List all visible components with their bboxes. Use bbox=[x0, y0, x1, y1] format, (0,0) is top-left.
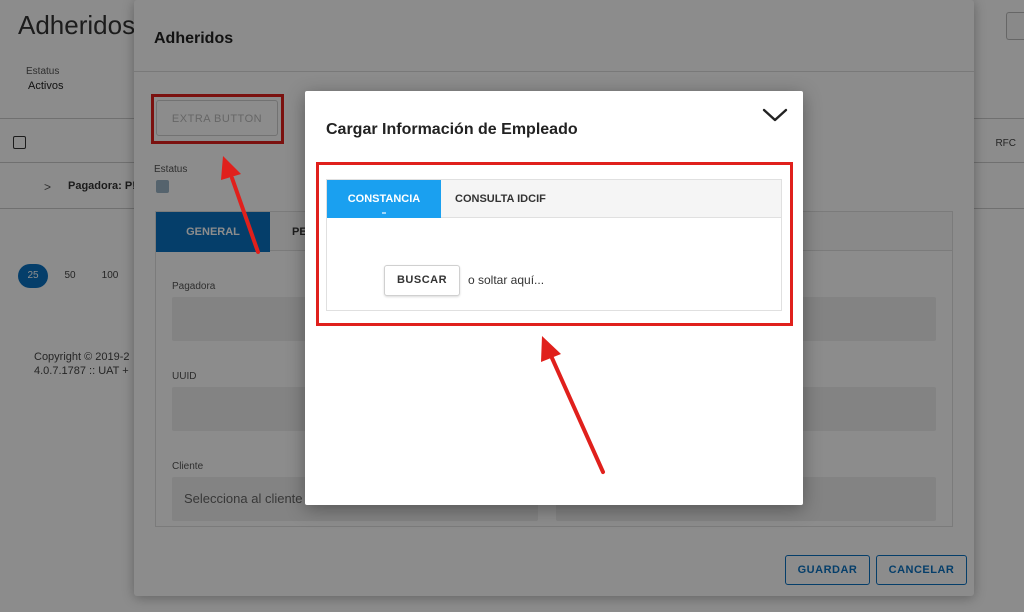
annotation-highlight-box bbox=[316, 162, 793, 326]
modal-title: Cargar Información de Empleado bbox=[326, 121, 578, 138]
chevron-down-icon[interactable] bbox=[761, 105, 789, 125]
